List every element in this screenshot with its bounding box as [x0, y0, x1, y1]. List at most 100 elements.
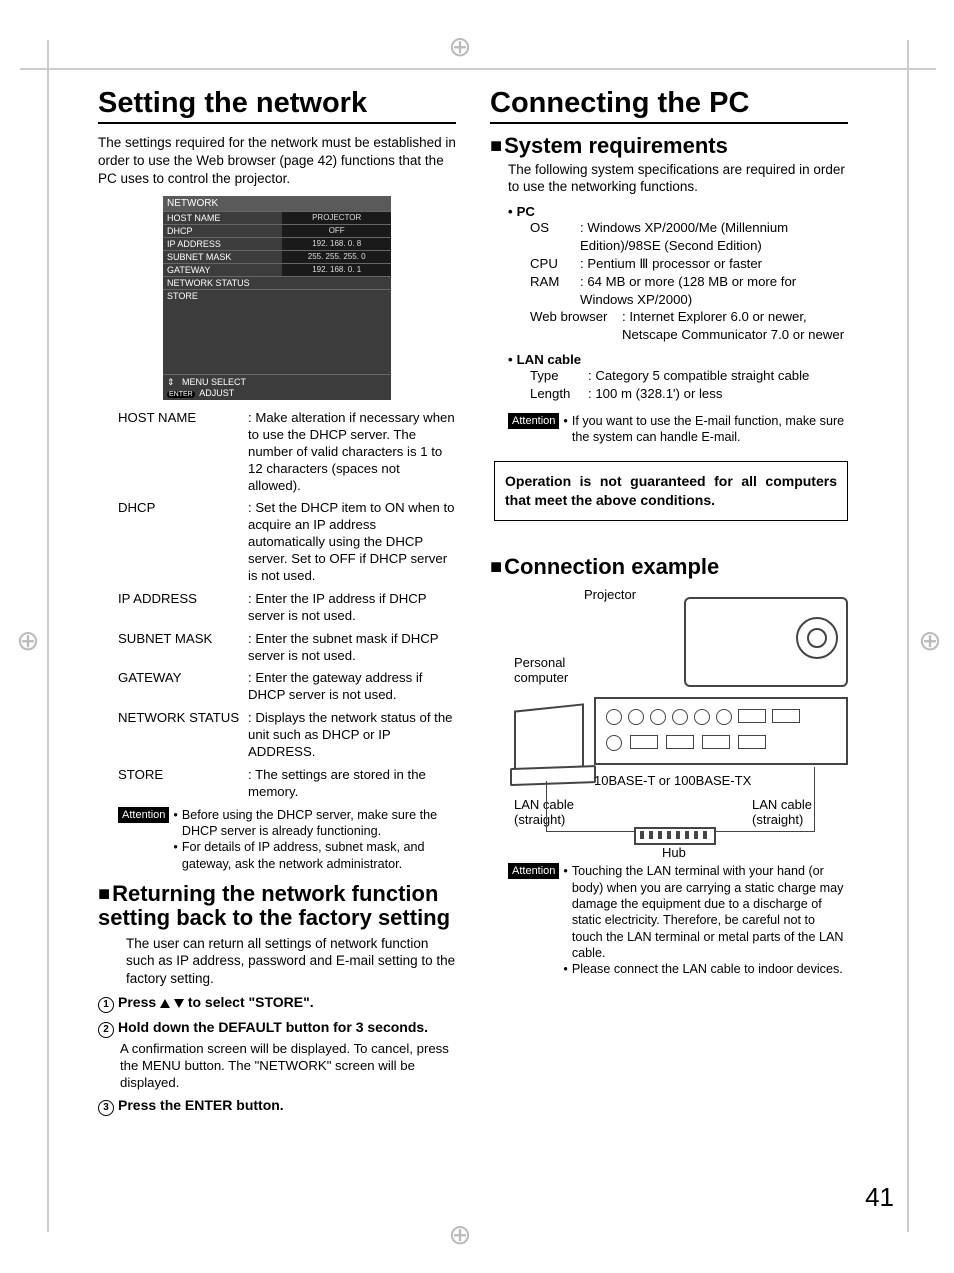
step-text: Press the ENTER button.	[118, 1097, 284, 1113]
register-left: ⊕	[8, 624, 48, 664]
sysreq-intro: The following system specifications are …	[508, 161, 848, 197]
triangle-up-icon	[160, 999, 170, 1008]
menu-row-label: SUBNET MASK	[163, 250, 282, 263]
conn-heading-text: Connection example	[504, 554, 719, 579]
menu-row-value: 192. 168. 0. 8	[282, 237, 391, 250]
left-column: Setting the network The settings require…	[98, 88, 456, 1118]
menu-row-label: NETWORK STATUS	[163, 276, 391, 289]
menu-row-label: DHCP	[163, 224, 282, 237]
register-bottom: ⊕	[440, 1218, 480, 1258]
register-top: ⊕	[440, 30, 480, 70]
attention-item: For details of IP address, subnet mask, …	[182, 839, 456, 872]
crop-right	[907, 40, 909, 1232]
circled-number-icon: 1	[98, 997, 114, 1013]
enter-icon: ENTER	[167, 391, 195, 398]
register-right: ⊕	[910, 624, 950, 664]
def-text: : The settings are stored in the memory.	[248, 767, 456, 801]
def-text: : Displays the network status of the uni…	[248, 710, 456, 761]
menu-row-value: 255. 255. 255. 0	[282, 250, 391, 263]
menu-title: NETWORK	[163, 196, 391, 211]
reset-heading: ■Returning the network function setting …	[98, 882, 456, 930]
def-text: : Make alteration if necessary when to u…	[248, 410, 456, 494]
def-term: DHCP	[118, 500, 248, 584]
attention-label: Attention	[508, 863, 559, 879]
spec-val: : 64 MB or more (128 MB or more for Wind…	[580, 273, 848, 309]
triangle-down-icon	[174, 999, 184, 1008]
step-text: Hold down the DEFAULT button for 3 secon…	[118, 1019, 428, 1035]
definition-list: HOST NAME: Make alteration if necessary …	[118, 410, 456, 801]
step-text: Press	[118, 994, 160, 1010]
menu-row-value: OFF	[282, 224, 391, 237]
warranty-note: Operation is not guaranteed for all comp…	[494, 461, 848, 521]
projector-lens-icon	[796, 617, 838, 659]
square-icon: ■	[98, 883, 110, 905]
circled-number-icon: 2	[98, 1022, 114, 1038]
hub-icon	[634, 827, 716, 845]
attention-label: Attention	[508, 413, 559, 429]
menu-row-label: IP ADDRESS	[163, 237, 282, 250]
spec-val: : Windows XP/2000/Me (Millennium Edition…	[580, 219, 848, 255]
reset-heading-text: Returning the network function setting b…	[98, 881, 450, 930]
def-text: : Set the DHCP item to ON when to acquir…	[248, 500, 456, 584]
diagram-label-hub: Hub	[662, 845, 686, 860]
attention-item: Touching the LAN terminal with your hand…	[572, 863, 848, 961]
left-intro: The settings required for the network mu…	[98, 134, 456, 187]
attention-item: Before using the DHCP server, make sure …	[182, 807, 456, 840]
spec-key: Web browser	[530, 308, 622, 344]
def-term: SUBNET MASK	[118, 631, 248, 665]
projector-icon	[684, 597, 848, 687]
network-menu: NETWORK HOST NAMEPROJECTOR DHCPOFF IP AD…	[163, 196, 391, 400]
spec-key: Type	[530, 367, 588, 385]
diagram-label-pc: Personal computer	[514, 655, 584, 685]
def-term: HOST NAME	[118, 410, 248, 494]
attention-block: Attention Before using the DHCP server, …	[118, 807, 456, 872]
spec-key: OS	[530, 219, 580, 255]
spec-key: Length	[530, 385, 588, 403]
menu-footer: ⇕ MENU SELECT ENTER ADJUST	[163, 374, 391, 400]
sysreq-heading: ■System requirements	[490, 134, 848, 158]
circled-number-icon: 3	[98, 1100, 114, 1116]
square-icon: ■	[490, 135, 502, 157]
page-number: 41	[865, 1182, 894, 1213]
menu-blank	[163, 302, 391, 374]
spec-val: : Category 5 compatible straight cable	[588, 367, 848, 385]
spec-key: CPU	[530, 255, 580, 273]
laptop-icon	[514, 704, 584, 775]
menu-footer-text: MENU SELECT	[182, 377, 246, 387]
right-title: Connecting the PC	[490, 88, 848, 124]
spec-key: RAM	[530, 273, 580, 309]
step-2-body: A confirmation screen will be displayed.…	[120, 1040, 456, 1091]
menu-row-label: HOST NAME	[163, 211, 282, 224]
left-title: Setting the network	[98, 88, 456, 124]
step-3: 3Press the ENTER button.	[98, 1097, 456, 1116]
attention-item: If you want to use the E-mail function, …	[572, 413, 848, 446]
spec-val: : Pentium Ⅲ processor or faster	[580, 255, 848, 273]
square-icon: ■	[490, 556, 502, 578]
menu-row-value: 192. 168. 0. 1	[282, 263, 391, 276]
pc-label: PC	[517, 204, 535, 219]
attention-item: Please connect the LAN cable to indoor d…	[572, 961, 843, 977]
step-1: 1Press to select "STORE".	[98, 994, 456, 1013]
reset-intro: The user can return all settings of netw…	[126, 935, 456, 988]
def-term: STORE	[118, 767, 248, 801]
attention-block: Attention Touching the LAN terminal with…	[508, 863, 848, 978]
conn-heading: ■Connection example	[490, 555, 848, 579]
lan-label: LAN cable	[517, 352, 582, 367]
menu-row-label: STORE	[163, 289, 391, 302]
def-text: : Enter the IP address if DHCP server is…	[248, 591, 456, 625]
diagram-label-projector: Projector	[584, 587, 636, 602]
def-text: : Enter the subnet mask if DHCP server i…	[248, 631, 456, 665]
updown-icon: ⇕	[167, 377, 177, 388]
def-term: GATEWAY	[118, 670, 248, 704]
def-term: IP ADDRESS	[118, 591, 248, 625]
menu-footer-text: ADJUST	[199, 388, 234, 398]
menu-row-label: GATEWAY	[163, 263, 282, 276]
connection-diagram: Projector Personal computer 10BASE-T or …	[514, 587, 848, 857]
spec-val: : 100 m (328.1') or less	[588, 385, 848, 403]
menu-table: HOST NAMEPROJECTOR DHCPOFF IP ADDRESS192…	[163, 211, 391, 302]
step-2: 2Hold down the DEFAULT button for 3 seco…	[98, 1019, 456, 1038]
attention-label: Attention	[118, 807, 169, 823]
attention-block: Attention If you want to use the E-mail …	[508, 413, 848, 446]
spec-val: : Internet Explorer 6.0 or newer, Netsca…	[622, 308, 848, 344]
right-column: Connecting the PC ■System requirements T…	[490, 88, 848, 1118]
